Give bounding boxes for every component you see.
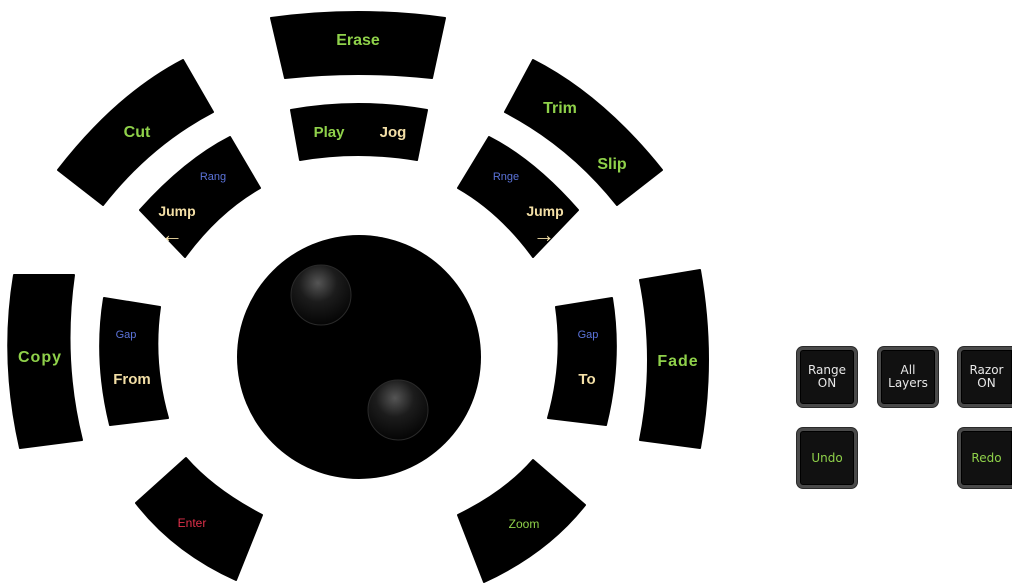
- range-on-button[interactable]: Range ON: [797, 347, 857, 407]
- arrow-left-icon: ←: [161, 222, 183, 247]
- arrow-right-icon: →: [533, 222, 555, 247]
- copy-label: Copy: [18, 349, 62, 366]
- from-gap-label: Gap: [116, 329, 137, 341]
- slip-label: Slip: [597, 156, 627, 173]
- jump-left-label: Jump: [158, 203, 195, 219]
- jog-label: Jog: [380, 124, 407, 141]
- enter-key[interactable]: Enter: [135, 457, 263, 581]
- jump-left-key[interactable]: Rang Jump ←: [139, 136, 261, 258]
- jump-right-key[interactable]: Rnge Jump →: [457, 136, 579, 258]
- to-key[interactable]: Gap To: [547, 297, 617, 426]
- zoom-label: Zoom: [509, 517, 540, 531]
- jump-left-range-label: Rang: [200, 171, 226, 183]
- fade-key[interactable]: Fade: [639, 269, 709, 449]
- from-label: From: [113, 371, 151, 388]
- jog-wheel-controller: Erase Play Jog Cut Trim Slip Rang Jump ←…: [7, 11, 709, 583]
- erase-label: Erase: [336, 32, 380, 49]
- jump-right-range-label: Rnge: [493, 171, 519, 183]
- play-jog-key[interactable]: Play Jog: [290, 103, 428, 161]
- razor-on-button[interactable]: Razor ON: [958, 347, 1012, 407]
- trim-label: Trim: [543, 100, 577, 117]
- copy-key[interactable]: Copy: [7, 274, 83, 449]
- erase-key[interactable]: Erase: [270, 11, 446, 79]
- enter-label: Enter: [178, 516, 207, 530]
- jog-knob-upper[interactable]: [290, 264, 352, 326]
- play-label: Play: [314, 124, 346, 141]
- jog-knob-lower[interactable]: [367, 379, 429, 441]
- zoom-key[interactable]: Zoom: [457, 459, 586, 583]
- all-layers-button[interactable]: All Layers: [878, 347, 938, 407]
- cut-label: Cut: [124, 124, 151, 141]
- fade-label: Fade: [657, 353, 698, 370]
- to-label: To: [578, 371, 595, 388]
- from-key[interactable]: Gap From: [99, 297, 169, 426]
- undo-button[interactable]: Undo: [797, 428, 857, 488]
- redo-button[interactable]: Redo: [958, 428, 1012, 488]
- jump-right-label: Jump: [526, 203, 563, 219]
- to-gap-label: Gap: [578, 329, 599, 341]
- jog-wheel[interactable]: [237, 235, 481, 479]
